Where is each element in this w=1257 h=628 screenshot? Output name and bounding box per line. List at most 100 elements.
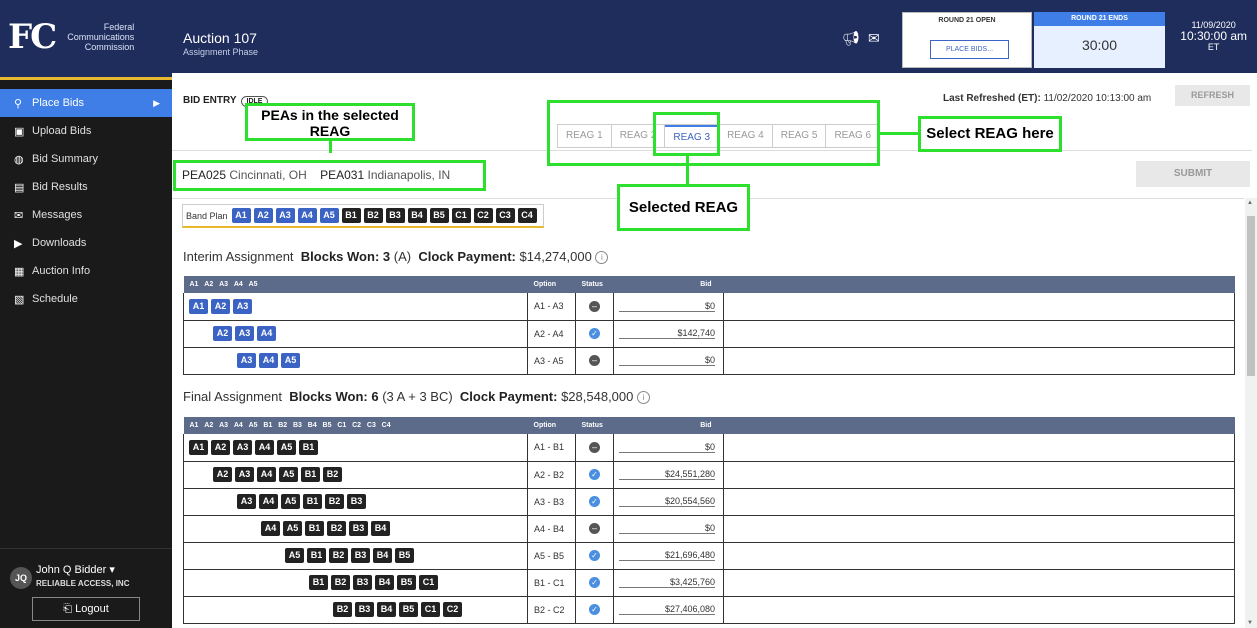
info-icon[interactable]: i [595,251,609,264]
sidebar-item-bid-results[interactable]: ▤ Bid Results [0,173,172,201]
block-chip-a1: A1 [189,298,208,314]
status-cell: ✓ [575,320,614,348]
bid-input[interactable]: $24,551,280 [619,469,715,480]
bid-cell[interactable]: $0 [613,515,724,543]
spacer-cell [723,434,1235,462]
bid-input[interactable]: $0 [619,442,715,453]
minus-circle-icon: – [589,355,600,366]
table-row[interactable]: A1 A2 A3 A4 A5 B1 A1 - B1– $0 [183,434,1235,462]
fcc-logo-text: Federal Communications Commission [67,22,135,52]
scroll-down-icon[interactable]: ▼ [1247,620,1253,626]
block-chip-a1: A1 [189,439,208,455]
vertical-scrollbar[interactable]: ▲ ▼ [1245,198,1257,628]
info-icon[interactable]: i [637,391,650,404]
scroll-thumb[interactable] [1247,216,1255,376]
block-range: A2 A3 A4 A5 B1 B2 [183,461,528,489]
sidebar-accent [0,73,172,80]
status-cell: ✓ [575,542,614,570]
annotation-arrow [880,132,918,135]
table-header-row: A1 A2 A3 A4 A5 B1 B2 B3 B4 B5 C1 C2 C3 C… [183,417,1235,434]
announcement-icon[interactable]: 📢︎ [842,30,860,47]
logout-button[interactable]: ⎗ Logout [32,597,140,621]
summary-icon: ◍ [14,153,24,166]
auction-title: Auction 107 [183,30,257,46]
bid-cell[interactable]: $142,740 [613,320,724,348]
bid-input[interactable]: $27,406,080 [619,604,715,615]
round-open-panel: ROUND 21 OPEN PLACE BIDS... [902,12,1032,68]
spacer-cell [723,569,1235,597]
minus-circle-icon: – [589,300,600,312]
band-chip-b2: B2 [363,208,383,223]
block-chip-a3: A3 [237,353,256,368]
place-bids-button[interactable]: PLACE BIDS... [930,40,1009,59]
current-datetime: 11/09/2020 10:30:00 am ET [1180,20,1247,52]
bid-cell[interactable]: $0 [613,293,724,321]
table-row[interactable]: A3 A4 A5 B1 B2 B3 A3 - B3 ✓ $20,554,560 [183,488,1235,516]
column-header-status: Status [575,276,614,293]
block-range: A1 A2 A3 [183,293,528,321]
minus-circle-icon: – [589,441,600,453]
spacer-cell [723,347,1235,375]
option-cell: B1 - C1 [527,569,576,597]
block-chip-a3: A3 [233,298,252,314]
user-menu[interactable]: John Q Bidder ▾ [36,563,115,576]
block-chip-a2: A2 [213,467,232,482]
sidebar-item-messages[interactable]: ✉ Messages [0,201,172,229]
bid-cell[interactable]: $0 [613,434,724,462]
bid-cell[interactable]: $27,406,080 [613,596,724,624]
table-row[interactable]: A5 B1 B2 B3 B4 B5 A5 - B5 ✓ $21,696,480 [183,542,1235,570]
bid-input[interactable]: $20,554,560 [619,496,715,507]
block-chip-b5: B5 [395,548,414,563]
column-header-blocks: A1 A2 A3 A4 A5 B1 B2 B3 B4 B5 C1 C2 C3 C… [183,417,528,434]
annotation-box-peas [173,160,486,191]
block-chip-b1: B1 [301,467,320,482]
annotation-box-selected-reag [653,112,720,156]
block-chip-a2: A2 [213,326,232,341]
submit-button[interactable]: SUBMIT [1136,161,1250,187]
table-row[interactable]: A2 A3 A4 A5 B1 B2 A2 - B2 ✓ $24,551,280 [183,461,1235,489]
round-countdown: 30:00 [1081,37,1118,53]
bid-cell[interactable]: $3,425,760 [613,569,724,597]
bid-cell[interactable]: $21,696,480 [613,542,724,570]
refresh-button[interactable]: REFRESH [1175,85,1250,106]
sidebar-item-place-bids[interactable]: ⚲ Place Bids ▶ [0,89,172,117]
bid-cell[interactable]: $24,551,280 [613,461,724,489]
spacer-cell [723,515,1235,543]
status-cell: ✓ [575,596,614,624]
table-row[interactable]: B1 B2 B3 B4 B5 C1 B1 - C1 ✓ $3,425,760 [183,569,1235,597]
bid-cell[interactable]: $0 [613,347,724,375]
bid-input[interactable]: $0 [619,523,715,534]
bid-input[interactable]: $0 [619,355,715,366]
table-row[interactable]: A2 A3 A4 A2 - A4 ✓ $142,740 [183,320,1235,348]
block-chip-c1: C1 [421,602,440,617]
status-cell: ✓ [575,488,614,516]
round-ends-panel: ROUND 21 ENDS 30:00 [1034,12,1165,68]
block-chip-a4: A4 [257,467,276,482]
bid-input[interactable]: $21,696,480 [619,550,715,561]
table-row[interactable]: B2 B3 B4 B5 C1 C2 B2 - C2 ✓ $27,406,080 [183,596,1235,624]
sidebar-item-bid-summary[interactable]: ◍ Bid Summary [0,145,172,173]
scroll-up-icon[interactable]: ▲ [1247,200,1253,206]
bid-input[interactable]: $142,740 [619,328,715,339]
bid-cell[interactable]: $20,554,560 [613,488,724,516]
mail-icon[interactable]: ✉ [868,30,880,47]
round-ends-label: ROUND 21 ENDS [1034,12,1165,26]
round-open-label: ROUND 21 OPEN [938,17,996,24]
bid-input[interactable]: $0 [619,301,715,312]
bid-input[interactable]: $3,425,760 [619,577,715,588]
table-row[interactable]: A4 A5 B1 B2 B3 B4 A4 - B4– $0 [183,515,1235,543]
column-header-blocks: A1 A2 A3 A4 A5 [183,276,528,293]
sidebar-item-auction-info[interactable]: ▦ Auction Info [0,257,172,285]
option-cell: A3 - A5 [527,347,576,375]
band-chip-b1: B1 [341,208,361,223]
band-plan-label: Band Plan [186,210,228,221]
sidebar-item-downloads[interactable]: ▶ Downloads [0,229,172,257]
table-row[interactable]: A1 A2 A3 A1 - A3– $0 [183,293,1235,321]
status-cell: – [575,293,614,321]
block-chip-b2: B2 [327,521,346,536]
spacer-cell [723,320,1235,348]
sidebar-item-schedule[interactable]: ▧ Schedule [0,285,172,313]
sidebar-item-upload-bids[interactable]: ▣ Upload Bids [0,117,172,145]
column-header-bid: Bid [613,417,724,434]
table-row[interactable]: A3 A4 A5 A3 - A5– $0 [183,347,1235,375]
